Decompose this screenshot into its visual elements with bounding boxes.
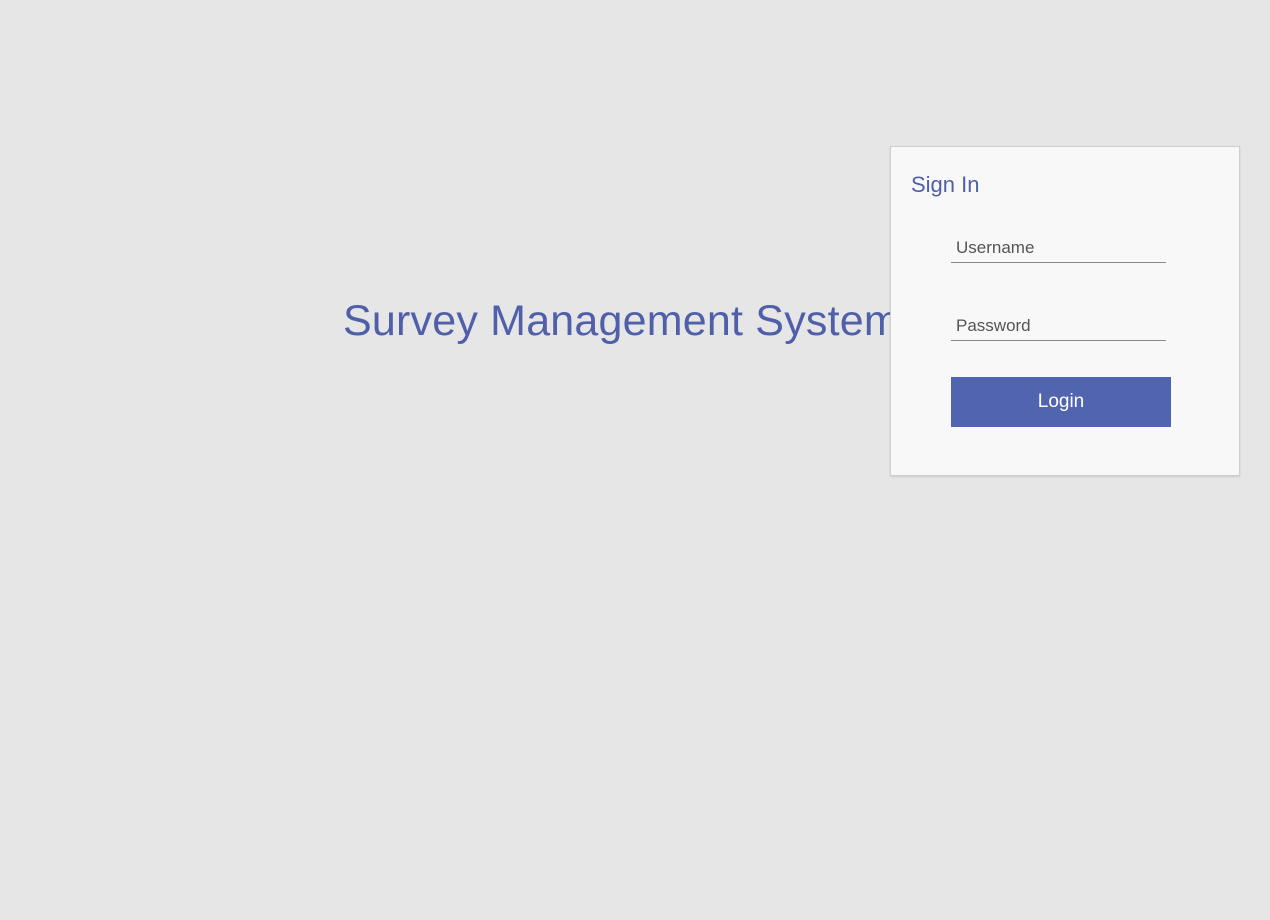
username-field[interactable] <box>951 233 1166 263</box>
signin-title: Sign In <box>911 172 980 197</box>
password-field[interactable] <box>951 311 1166 341</box>
login-button[interactable]: Login <box>951 377 1171 427</box>
app-title: Survey Management System <box>343 297 900 345</box>
signin-panel: Sign In Login <box>890 146 1240 476</box>
